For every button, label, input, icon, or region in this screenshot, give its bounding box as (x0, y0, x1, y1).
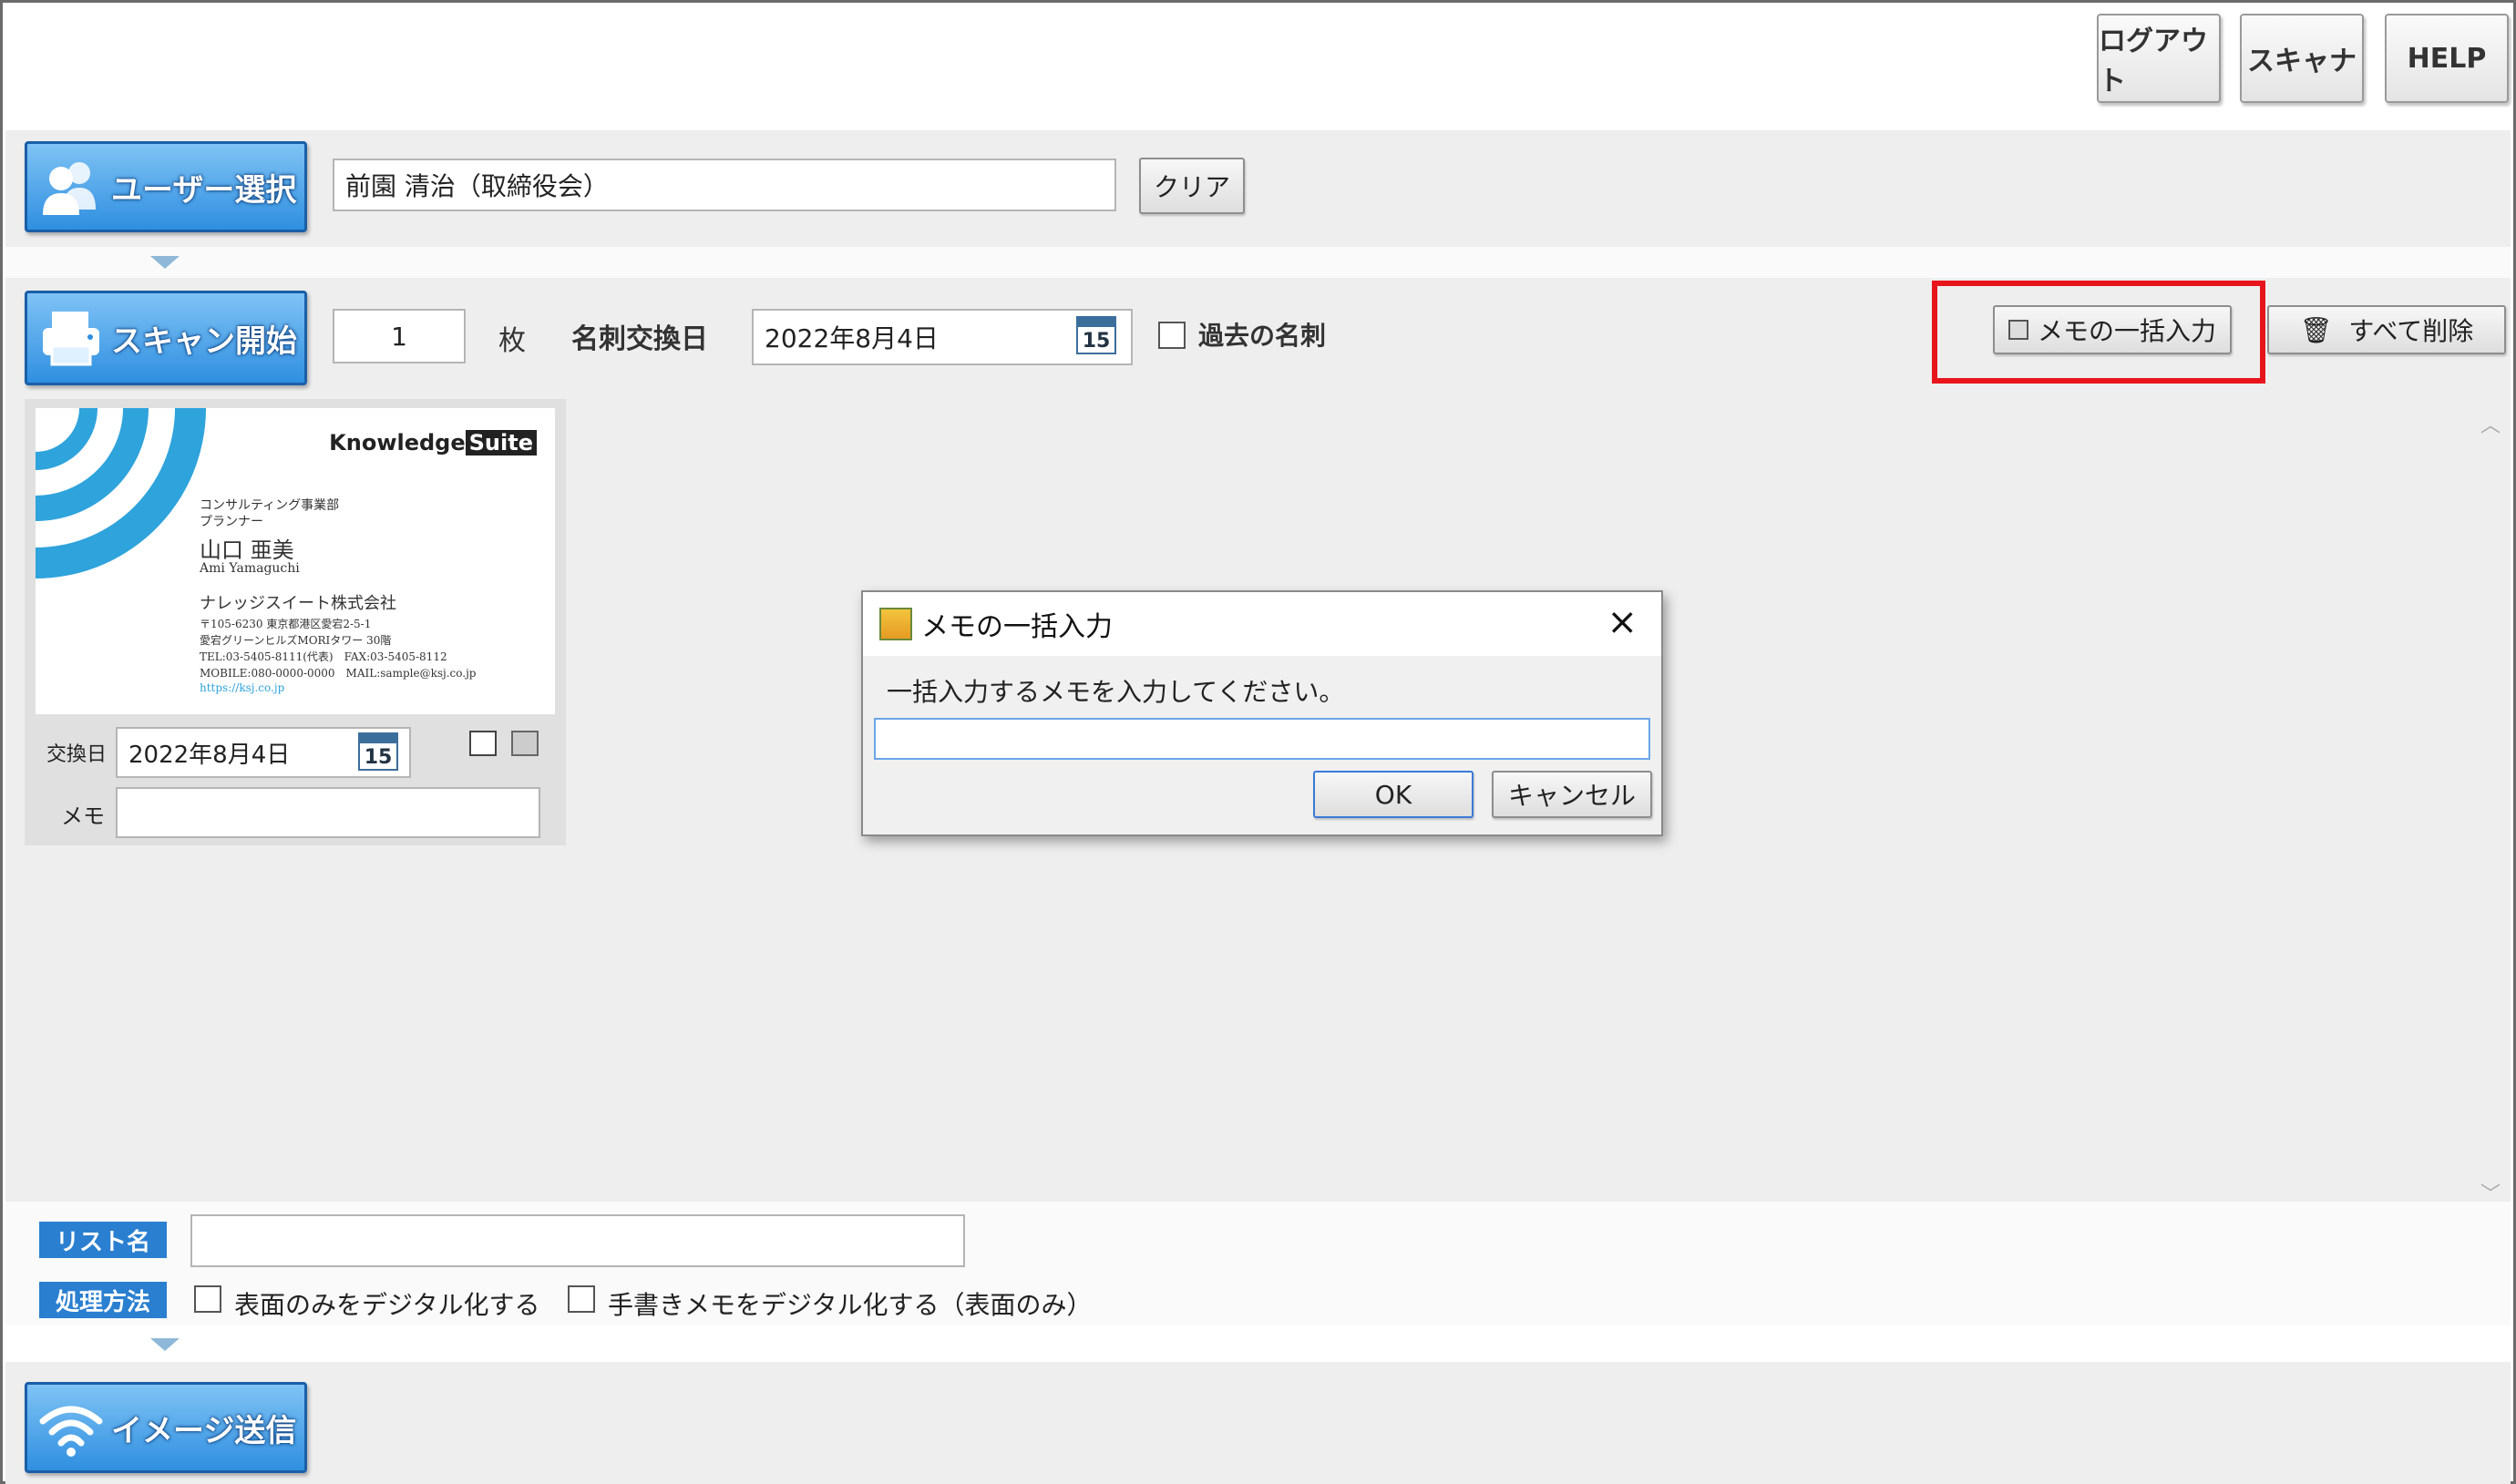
scanner-icon (36, 303, 106, 373)
app-icon (879, 608, 912, 640)
card-brand-text: Knowledge (329, 430, 466, 455)
card-brand: Knowledge Suite (329, 430, 537, 455)
dialog-title-bar: メモの一括入力 × (863, 592, 1661, 656)
card-memo-label: メモ (61, 803, 105, 829)
send-image-label: イメージ送信 (111, 1412, 297, 1449)
card-memo-input[interactable] (116, 787, 540, 838)
scan-count-input[interactable]: 1 (333, 309, 466, 363)
send-band (5, 1362, 2511, 1484)
help-button[interactable]: HELP (2385, 14, 2509, 103)
bulk-memo-dialog: メモの一括入力 × 一括入力するメモを入力してください。 OK キャンセル (861, 590, 1663, 836)
card-exchange-date-label: 交換日 (46, 743, 108, 766)
rotate-icon[interactable] (469, 731, 497, 756)
users-icon (36, 152, 106, 221)
scanner-button[interactable]: スキャナ (2240, 14, 2364, 103)
card-exchange-date-value: 2022年8月4日 (128, 741, 291, 769)
past-cards-label: 過去の名刺 (1198, 321, 1327, 351)
card-address2: 愛宕グリーンヒルズMORIタワー 30階 (200, 634, 392, 647)
delete-all-button[interactable]: 🗑 すべて削除 (2267, 305, 2506, 354)
card-calendar-day: 15 (364, 746, 393, 769)
process-method-tag: 処理方法 (39, 1282, 167, 1318)
card-item[interactable]: Knowledge Suite コンサルティング事業部 プランナー 山口 亜美 A… (25, 399, 566, 845)
user-select-button[interactable]: ユーザー選択 (25, 141, 307, 232)
collapse-arrow-icon[interactable] (150, 256, 180, 269)
card-name-roman: Ami Yamaguchi (200, 561, 300, 576)
collapse-arrow-icon[interactable] (150, 1338, 180, 1351)
card-dept: コンサルティング事業部 (200, 498, 340, 513)
scan-start-label: スキャン開始 (111, 322, 297, 360)
card-brand-suffix: Suite (465, 430, 537, 455)
separator (5, 247, 2511, 278)
card-url: https://ksj.co.jp (200, 681, 285, 694)
card-company: ナレッジスイート株式会社 (200, 594, 396, 613)
card-role: プランナー (200, 515, 263, 529)
dialog-memo-input[interactable] (874, 718, 1650, 760)
card-tel: TEL:03-5405-8111(代表) FAX:03-5405-8112 (200, 650, 447, 663)
card-name: 山口 亜美 (200, 537, 294, 563)
logout-button[interactable]: ログアウト (2097, 14, 2221, 103)
dialog-title: メモの一括入力 (921, 611, 1113, 643)
calendar-icon[interactable]: 15 (1076, 316, 1116, 354)
list-name-tag: リスト名 (39, 1222, 167, 1258)
send-image-button[interactable]: イメージ送信 (25, 1382, 307, 1473)
user-select-label: ユーザー選択 (111, 171, 297, 209)
scan-count-unit: 枚 (498, 325, 526, 357)
scan-start-button[interactable]: スキャン開始 (25, 291, 307, 385)
front-only-checkbox[interactable] (194, 1285, 221, 1313)
delete-all-label: すべて削除 (2348, 316, 2474, 346)
calendar-day: 15 (1082, 330, 1111, 353)
list-name-input[interactable] (190, 1214, 965, 1267)
exchange-date-label: 名刺交換日 (571, 323, 708, 355)
card-address1: 〒105-6230 東京都港区愛宕2-5-1 (200, 618, 372, 630)
trash-icon[interactable] (511, 731, 539, 756)
dialog-message: 一括入力するメモを入力してください。 (887, 677, 1345, 707)
wifi-icon (36, 1393, 106, 1462)
handwritten-checkbox[interactable] (568, 1285, 595, 1313)
past-cards-checkbox[interactable] (1158, 322, 1186, 349)
app-window: ログアウト スキャナ HELP ユーザー選択 前園 清治（取締役会） クリア ス… (0, 0, 2516, 1484)
highlight-box (1932, 281, 2265, 384)
card-mobile: MOBILE:080-0000-0000 MAIL:sample@ksj.co.… (200, 667, 477, 680)
clear-button[interactable]: クリア (1139, 158, 1245, 214)
close-icon[interactable]: × (1607, 601, 1638, 643)
handwritten-label: 手書きメモをデジタル化する（表面のみ） (608, 1290, 1093, 1320)
front-only-label: 表面のみをデジタル化する (234, 1290, 540, 1320)
trash-icon: 🗑 (2299, 314, 2333, 345)
exchange-date-value: 2022年8月4日 (765, 323, 939, 353)
selected-user-field[interactable]: 前園 清治（取締役会） (333, 159, 1116, 211)
ok-button[interactable]: OK (1313, 771, 1474, 818)
card-calendar-icon[interactable]: 15 (358, 732, 398, 771)
card-image: Knowledge Suite コンサルティング事業部 プランナー 山口 亜美 A… (36, 408, 555, 714)
cancel-button[interactable]: キャンセル (1492, 771, 1652, 818)
scroll-up-icon[interactable]: ︿ (2480, 409, 2501, 438)
